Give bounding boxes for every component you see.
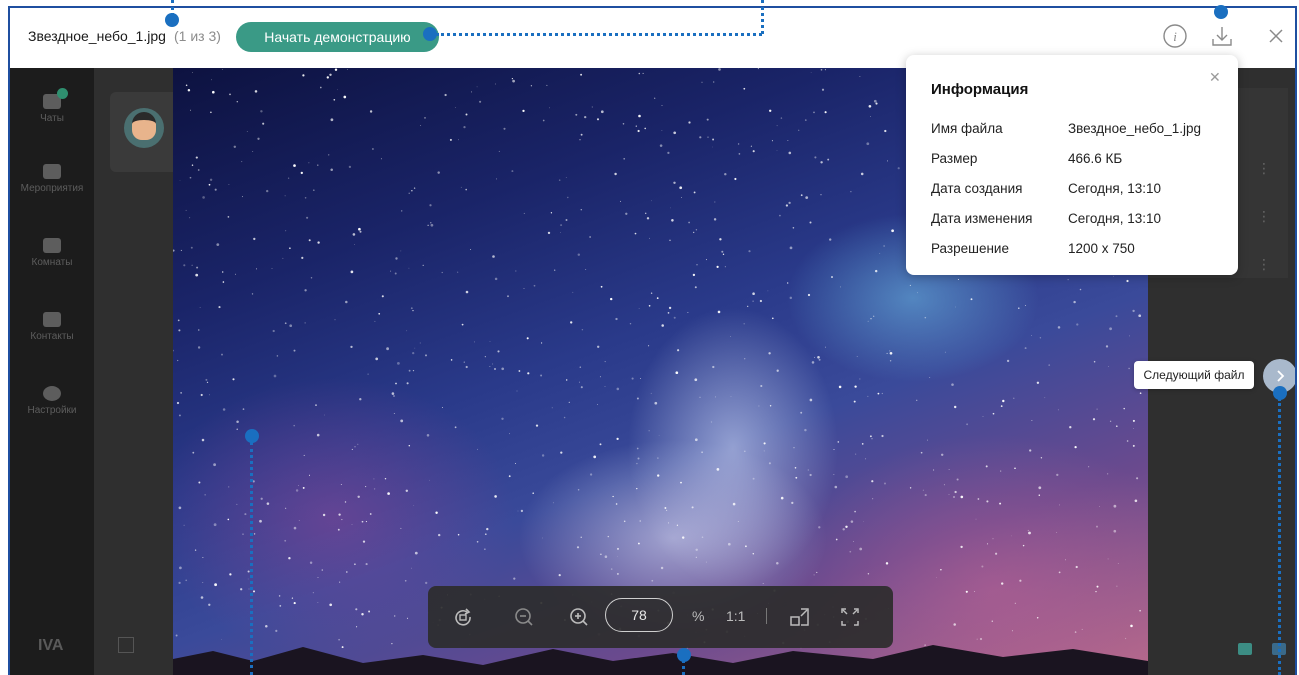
info-value-size: 466.6 КБ [1068,151,1123,166]
info-panel-title: Информация [931,81,1029,98]
avatar-head [132,112,156,140]
next-file-tooltip: Следующий файл [1134,361,1254,389]
nav-item-label: Настройки [27,405,77,416]
info-label-size: Размер [931,151,978,166]
calendar-icon [43,164,61,179]
info-value-created: Сегодня, 13:10 [1068,181,1162,196]
callout-dot [1214,5,1228,19]
file-counter: (1 из 3) [174,28,221,44]
nav-item-label: Чаты [40,113,64,124]
fullscreen-icon[interactable] [838,605,862,629]
viewer-window: Чаты Мероприятия Комнаты Контакты Настро… [8,6,1297,675]
avatar-card [110,92,180,172]
close-icon[interactable]: ✕ [1209,69,1221,86]
callout-line [761,0,764,34]
more-icon[interactable]: ⋮ [1257,256,1271,273]
callout-dot [245,429,259,443]
nav-item-chats[interactable]: Чаты [10,88,94,124]
left-navigation: Чаты Мероприятия Комнаты Контакты Настро… [10,68,94,675]
file-info-panel: Информация ✕ Имя файла Звездное_небо_1.j… [906,55,1238,275]
info-value-filename: Звездное_небо_1.jpg [1068,121,1201,136]
rooms-icon [43,238,61,253]
participants-icon[interactable] [1238,643,1252,655]
actual-size-button[interactable]: 1:1 [726,608,745,624]
contacts-icon [43,312,61,327]
zoom-input[interactable]: 78 [605,598,673,632]
grid-icon[interactable] [118,637,134,653]
fit-to-screen-icon[interactable] [788,605,812,629]
download-icon[interactable] [1208,22,1236,50]
nav-item-events[interactable]: Мероприятия [10,164,94,194]
app-logo: IVA [38,637,64,654]
zoom-percent-label: % [692,608,705,624]
info-label-filename: Имя файла [931,121,1003,136]
nav-item-label: Контакты [30,331,74,342]
info-label-modified: Дата изменения [931,211,1033,226]
info-label-created: Дата создания [931,181,1023,196]
more-icon[interactable]: ⋮ [1257,208,1271,225]
toolbar-divider [766,608,767,624]
nav-item-label: Комнаты [31,257,73,268]
info-value-modified: Сегодня, 13:10 [1068,211,1162,226]
close-icon[interactable] [1262,22,1290,50]
info-label-resolution: Разрешение [931,241,1009,256]
start-presentation-button[interactable]: Начать демонстрацию [236,22,439,52]
file-name: Звездное_небо_1.jpg [28,28,166,44]
callout-dot [165,13,179,27]
rotate-icon[interactable] [451,605,475,629]
callout-line [250,442,253,675]
gear-icon [43,386,61,401]
callout-dot [423,27,437,41]
callout-line [436,33,762,36]
chevron-right-icon [1277,370,1285,382]
svg-text:i: i [1173,29,1177,44]
nav-item-settings[interactable]: Настройки [10,386,94,416]
zoom-in-icon[interactable] [567,605,591,629]
info-icon[interactable]: i [1161,22,1189,50]
callout-line [1278,398,1281,675]
more-icon[interactable]: ⋮ [1257,160,1271,177]
callout-line [682,660,685,675]
nav-item-label: Мероприятия [20,183,84,194]
zoom-toolbar: 78 % 1:1 [428,586,893,648]
zoom-out-icon[interactable] [512,605,536,629]
info-value-resolution: 1200 x 750 [1068,241,1135,256]
nav-item-rooms[interactable]: Комнаты [10,238,94,268]
unread-badge [57,88,68,99]
nav-item-contacts[interactable]: Контакты [10,312,94,342]
